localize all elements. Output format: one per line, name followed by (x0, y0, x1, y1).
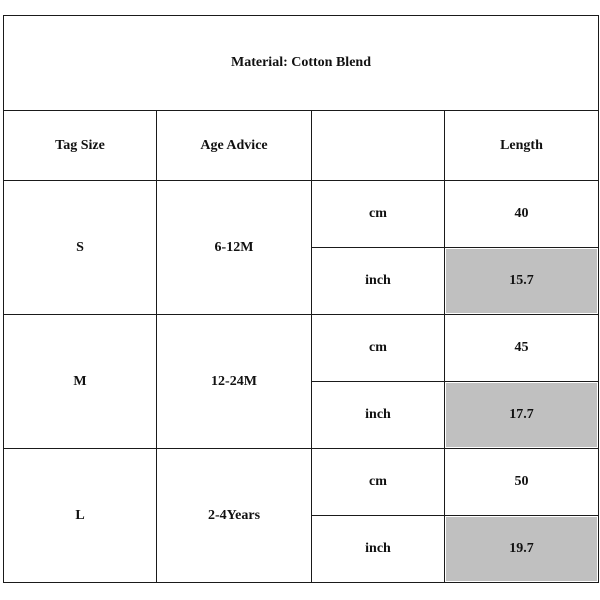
unit-cell: inch (311, 247, 445, 315)
header-age-advice: Age Advice (156, 110, 312, 181)
unit-cell: inch (311, 381, 445, 449)
age-advice-cell: 2-4Years (156, 448, 312, 583)
table-row: S 6-12M cm 40 (3, 180, 599, 315)
tag-size-cell: M (3, 314, 157, 449)
title-row: Material: Cotton Blend (3, 15, 599, 111)
header-unit (311, 110, 445, 181)
length-cell: 45 (444, 314, 599, 382)
size-chart-container: Material: Cotton Blend Tag Size Age Advi… (3, 15, 599, 583)
age-advice-cell: 12-24M (156, 314, 312, 449)
tag-size-cell: L (3, 448, 157, 583)
age-advice-cell: 6-12M (156, 180, 312, 315)
tag-size-cell: S (3, 180, 157, 315)
length-cell-shaded: 17.7 (444, 381, 599, 449)
size-chart-table: Material: Cotton Blend Tag Size Age Advi… (3, 15, 599, 583)
table-row: L 2-4Years cm 50 (3, 448, 599, 583)
header-length: Length (444, 110, 599, 181)
header-row: Tag Size Age Advice Length (3, 110, 599, 181)
material-title: Material: Cotton Blend (3, 15, 599, 111)
length-cell: 50 (444, 448, 599, 516)
unit-cell: cm (311, 180, 445, 248)
table-row: M 12-24M cm 45 (3, 314, 599, 449)
unit-cell: cm (311, 448, 445, 516)
header-tag-size: Tag Size (3, 110, 157, 181)
length-cell-shaded: 19.7 (444, 515, 599, 583)
unit-cell: cm (311, 314, 445, 382)
length-cell: 40 (444, 180, 599, 248)
length-cell-shaded: 15.7 (444, 247, 599, 315)
unit-cell: inch (311, 515, 445, 583)
